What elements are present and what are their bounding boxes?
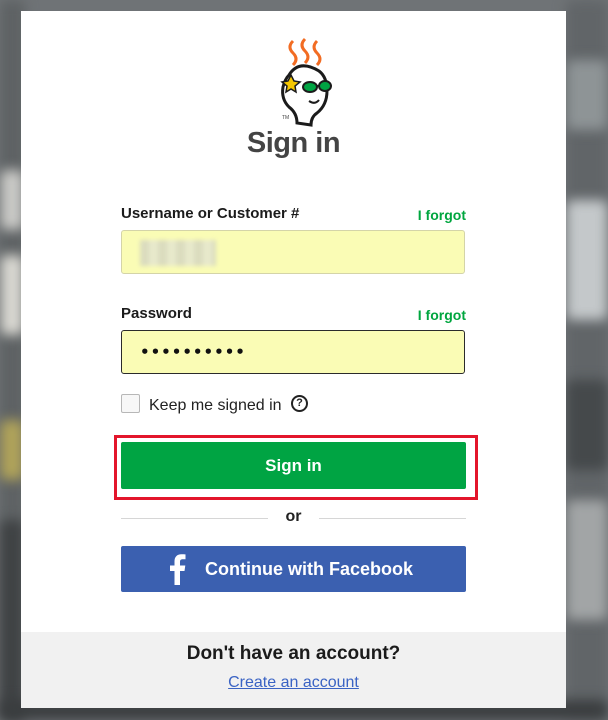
keep-signed-in-label: Keep me signed in bbox=[149, 397, 282, 414]
forgot-username-link[interactable]: I forgot bbox=[418, 207, 466, 223]
no-account-question: Don't have an account? bbox=[186, 643, 401, 664]
keep-signed-in-checkbox[interactable] bbox=[121, 394, 140, 413]
redacted-username-text bbox=[140, 240, 216, 266]
create-account-link[interactable]: Create an account bbox=[21, 674, 566, 692]
godaddy-guy-logo-icon: TM bbox=[280, 37, 332, 127]
svg-text:TM: TM bbox=[282, 115, 289, 121]
signup-footer: Don't have an account? Create an account bbox=[21, 632, 566, 708]
password-label: Password bbox=[121, 305, 192, 322]
facebook-button-label: Continue with Facebook bbox=[205, 559, 414, 579]
password-masked-value: •••••••••• bbox=[140, 343, 246, 361]
signin-card: TM Sign in Username or Customer # I forg… bbox=[21, 11, 566, 708]
divider-right bbox=[319, 518, 466, 519]
username-input[interactable] bbox=[121, 230, 465, 274]
or-separator: or bbox=[285, 508, 302, 525]
continue-with-facebook-button[interactable]: Continue with Facebook bbox=[121, 546, 466, 592]
facebook-icon bbox=[170, 554, 186, 585]
username-label: Username or Customer # bbox=[121, 205, 300, 222]
password-input[interactable]: •••••••••• bbox=[121, 330, 465, 374]
question-circle-icon[interactable]: ? bbox=[291, 395, 308, 412]
page-title: Sign in bbox=[246, 127, 341, 159]
forgot-password-link[interactable]: I forgot bbox=[418, 307, 466, 323]
signin-button[interactable]: Sign in bbox=[121, 442, 466, 489]
